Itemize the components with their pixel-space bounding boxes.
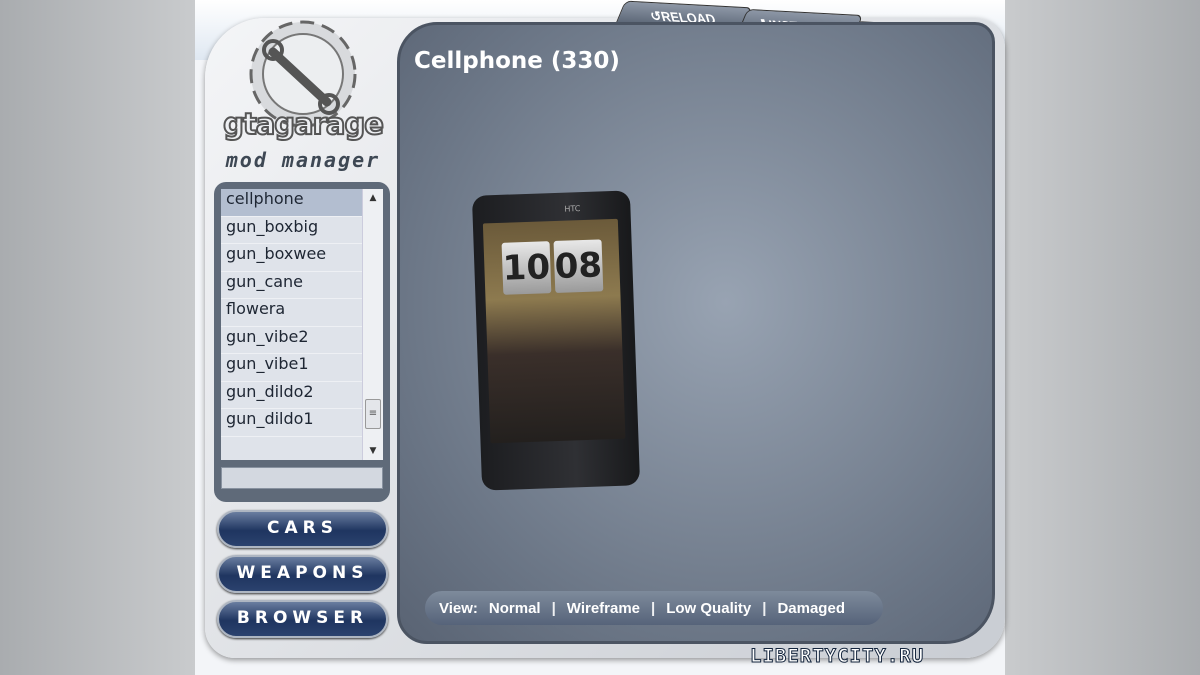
separator: | xyxy=(762,599,767,617)
list-item[interactable]: gun_dildo1 xyxy=(221,409,362,437)
view-mode-bar: View: Normal | Wireframe | Low Quality |… xyxy=(425,591,883,625)
view-low-quality[interactable]: Low Quality xyxy=(666,600,751,617)
phone-brand: HTC xyxy=(564,204,581,214)
background-right xyxy=(1005,0,1200,675)
background-left xyxy=(0,0,195,675)
model-title: Cellphone (330) xyxy=(414,48,620,74)
logo-brand: gtagarage xyxy=(222,106,385,142)
watermark: LIBERTYCITY.RU xyxy=(749,645,925,668)
clock-minutes: 08 xyxy=(553,239,604,293)
list-item[interactable]: gun_boxwee xyxy=(221,244,362,272)
list-item[interactable]: flowera xyxy=(221,299,362,327)
list-item[interactable]: gun_vibe2 xyxy=(221,327,362,354)
browser-button[interactable]: BROWSER xyxy=(217,600,388,638)
view-damaged[interactable]: Damaged xyxy=(777,600,845,617)
separator: | xyxy=(651,599,656,617)
list-item[interactable]: gun_boxbig xyxy=(221,217,362,244)
clock-hours: 10 xyxy=(501,241,552,295)
view-normal[interactable]: Normal xyxy=(489,600,541,617)
cars-button[interactable]: CARS xyxy=(217,510,388,548)
view-wireframe[interactable]: Wireframe xyxy=(567,600,640,617)
list-scrollbar[interactable]: ▲ ≡ ▼ xyxy=(362,189,383,460)
list-item[interactable]: gun_dildo2 xyxy=(221,382,362,409)
list-item[interactable]: gun_cane xyxy=(221,272,362,299)
logo-subtitle: mod manager xyxy=(225,148,381,172)
view-label: View: xyxy=(439,599,478,617)
separator: | xyxy=(551,599,556,617)
list-item[interactable]: gun_vibe1 xyxy=(221,354,362,382)
scroll-down-icon[interactable]: ▼ xyxy=(363,442,383,460)
phone-model-render[interactable]: HTC 10 08 xyxy=(471,190,641,491)
scroll-up-icon[interactable]: ▲ xyxy=(363,189,383,207)
model-list[interactable]: cellphone gun_boxbig gun_boxwee gun_cane flo… xyxy=(221,189,362,460)
scroll-thumb[interactable]: ≡ xyxy=(365,399,381,429)
list-item[interactable]: cellphone xyxy=(221,189,362,217)
weapons-button[interactable]: WEAPONS xyxy=(217,555,388,593)
filter-input[interactable] xyxy=(221,467,383,489)
